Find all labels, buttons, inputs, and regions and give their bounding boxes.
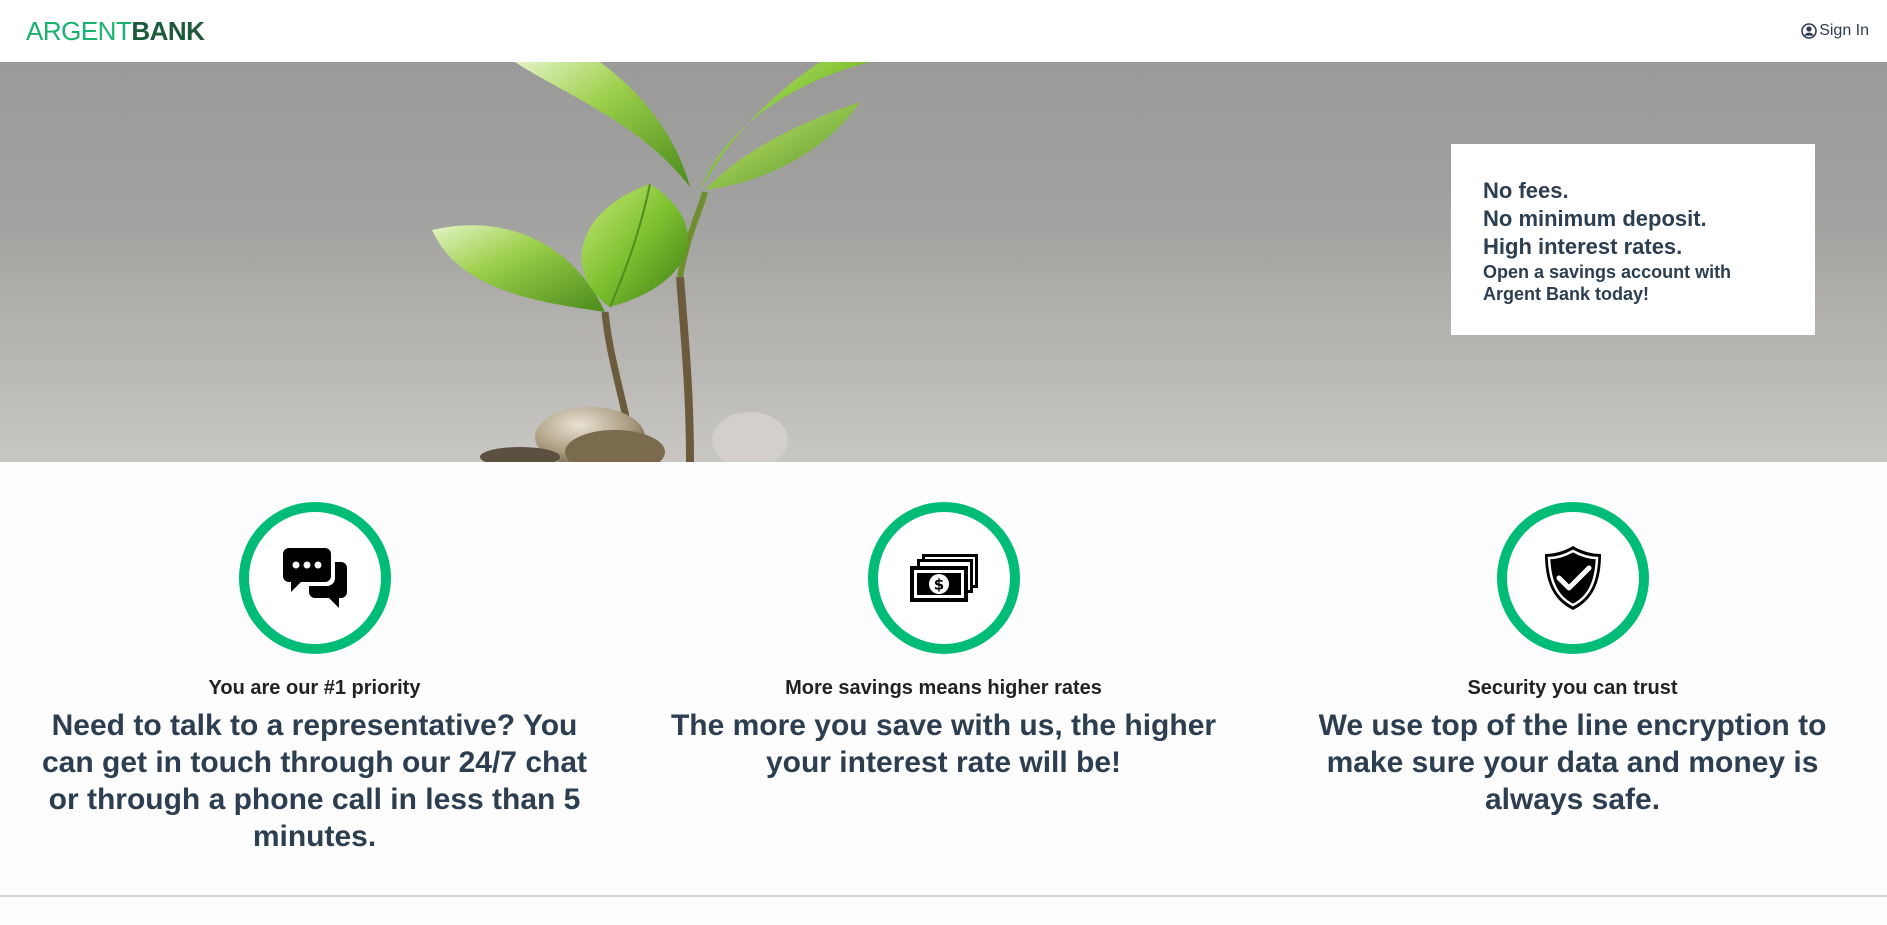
user-circle-icon xyxy=(1801,23,1817,39)
chat-icon xyxy=(282,548,347,608)
svg-text:$: $ xyxy=(933,576,943,594)
feature-title: Security you can trust xyxy=(1467,677,1678,699)
hero-banner: No fees. No minimum deposit. High intere… xyxy=(0,62,1887,462)
promo-line-rates: High interest rates. xyxy=(1483,234,1683,259)
features-section: You are our #1 priority Need to talk to … xyxy=(0,462,1887,897)
promo-subtitle: Open a savings account with Argent Bank … xyxy=(1483,262,1732,304)
feature-description: The more you save with us, the higher yo… xyxy=(670,709,1217,779)
logo-text-argent: ARGENT xyxy=(26,15,132,46)
main-nav: ARGENT BANK Sign In xyxy=(0,0,1887,62)
logo-text-bank: BANK xyxy=(131,15,205,46)
promo-line-fees: No fees. xyxy=(1483,178,1569,203)
security-icon xyxy=(1544,546,1601,610)
hero-promo-card: No fees. No minimum deposit. High intere… xyxy=(1451,144,1815,335)
sign-in-label: Sign In xyxy=(1819,22,1869,39)
feature-icon-circle: $ xyxy=(867,502,1020,654)
promo-line-deposit: No minimum deposit. xyxy=(1483,206,1707,231)
feature-title: You are our #1 priority xyxy=(208,677,421,699)
feature-description: Need to talk to a representative? You ca… xyxy=(41,709,588,853)
feature-description: We use top of the line encryption to mak… xyxy=(1318,709,1827,816)
feature-item: Security you can trust We use top of the… xyxy=(1258,462,1887,895)
feature-icon-circle xyxy=(1496,502,1649,654)
feature-title: More savings means higher rates xyxy=(785,677,1102,699)
feature-item: You are our #1 priority Need to talk to … xyxy=(0,462,629,895)
sign-in-link[interactable]: Sign In xyxy=(1801,22,1869,40)
feature-item: $ More savings means higher rates The mo… xyxy=(629,462,1258,895)
argent-bank-logo[interactable]: ARGENT BANK xyxy=(26,15,205,47)
money-icon: $ xyxy=(909,554,978,602)
feature-icon-circle xyxy=(238,502,391,654)
